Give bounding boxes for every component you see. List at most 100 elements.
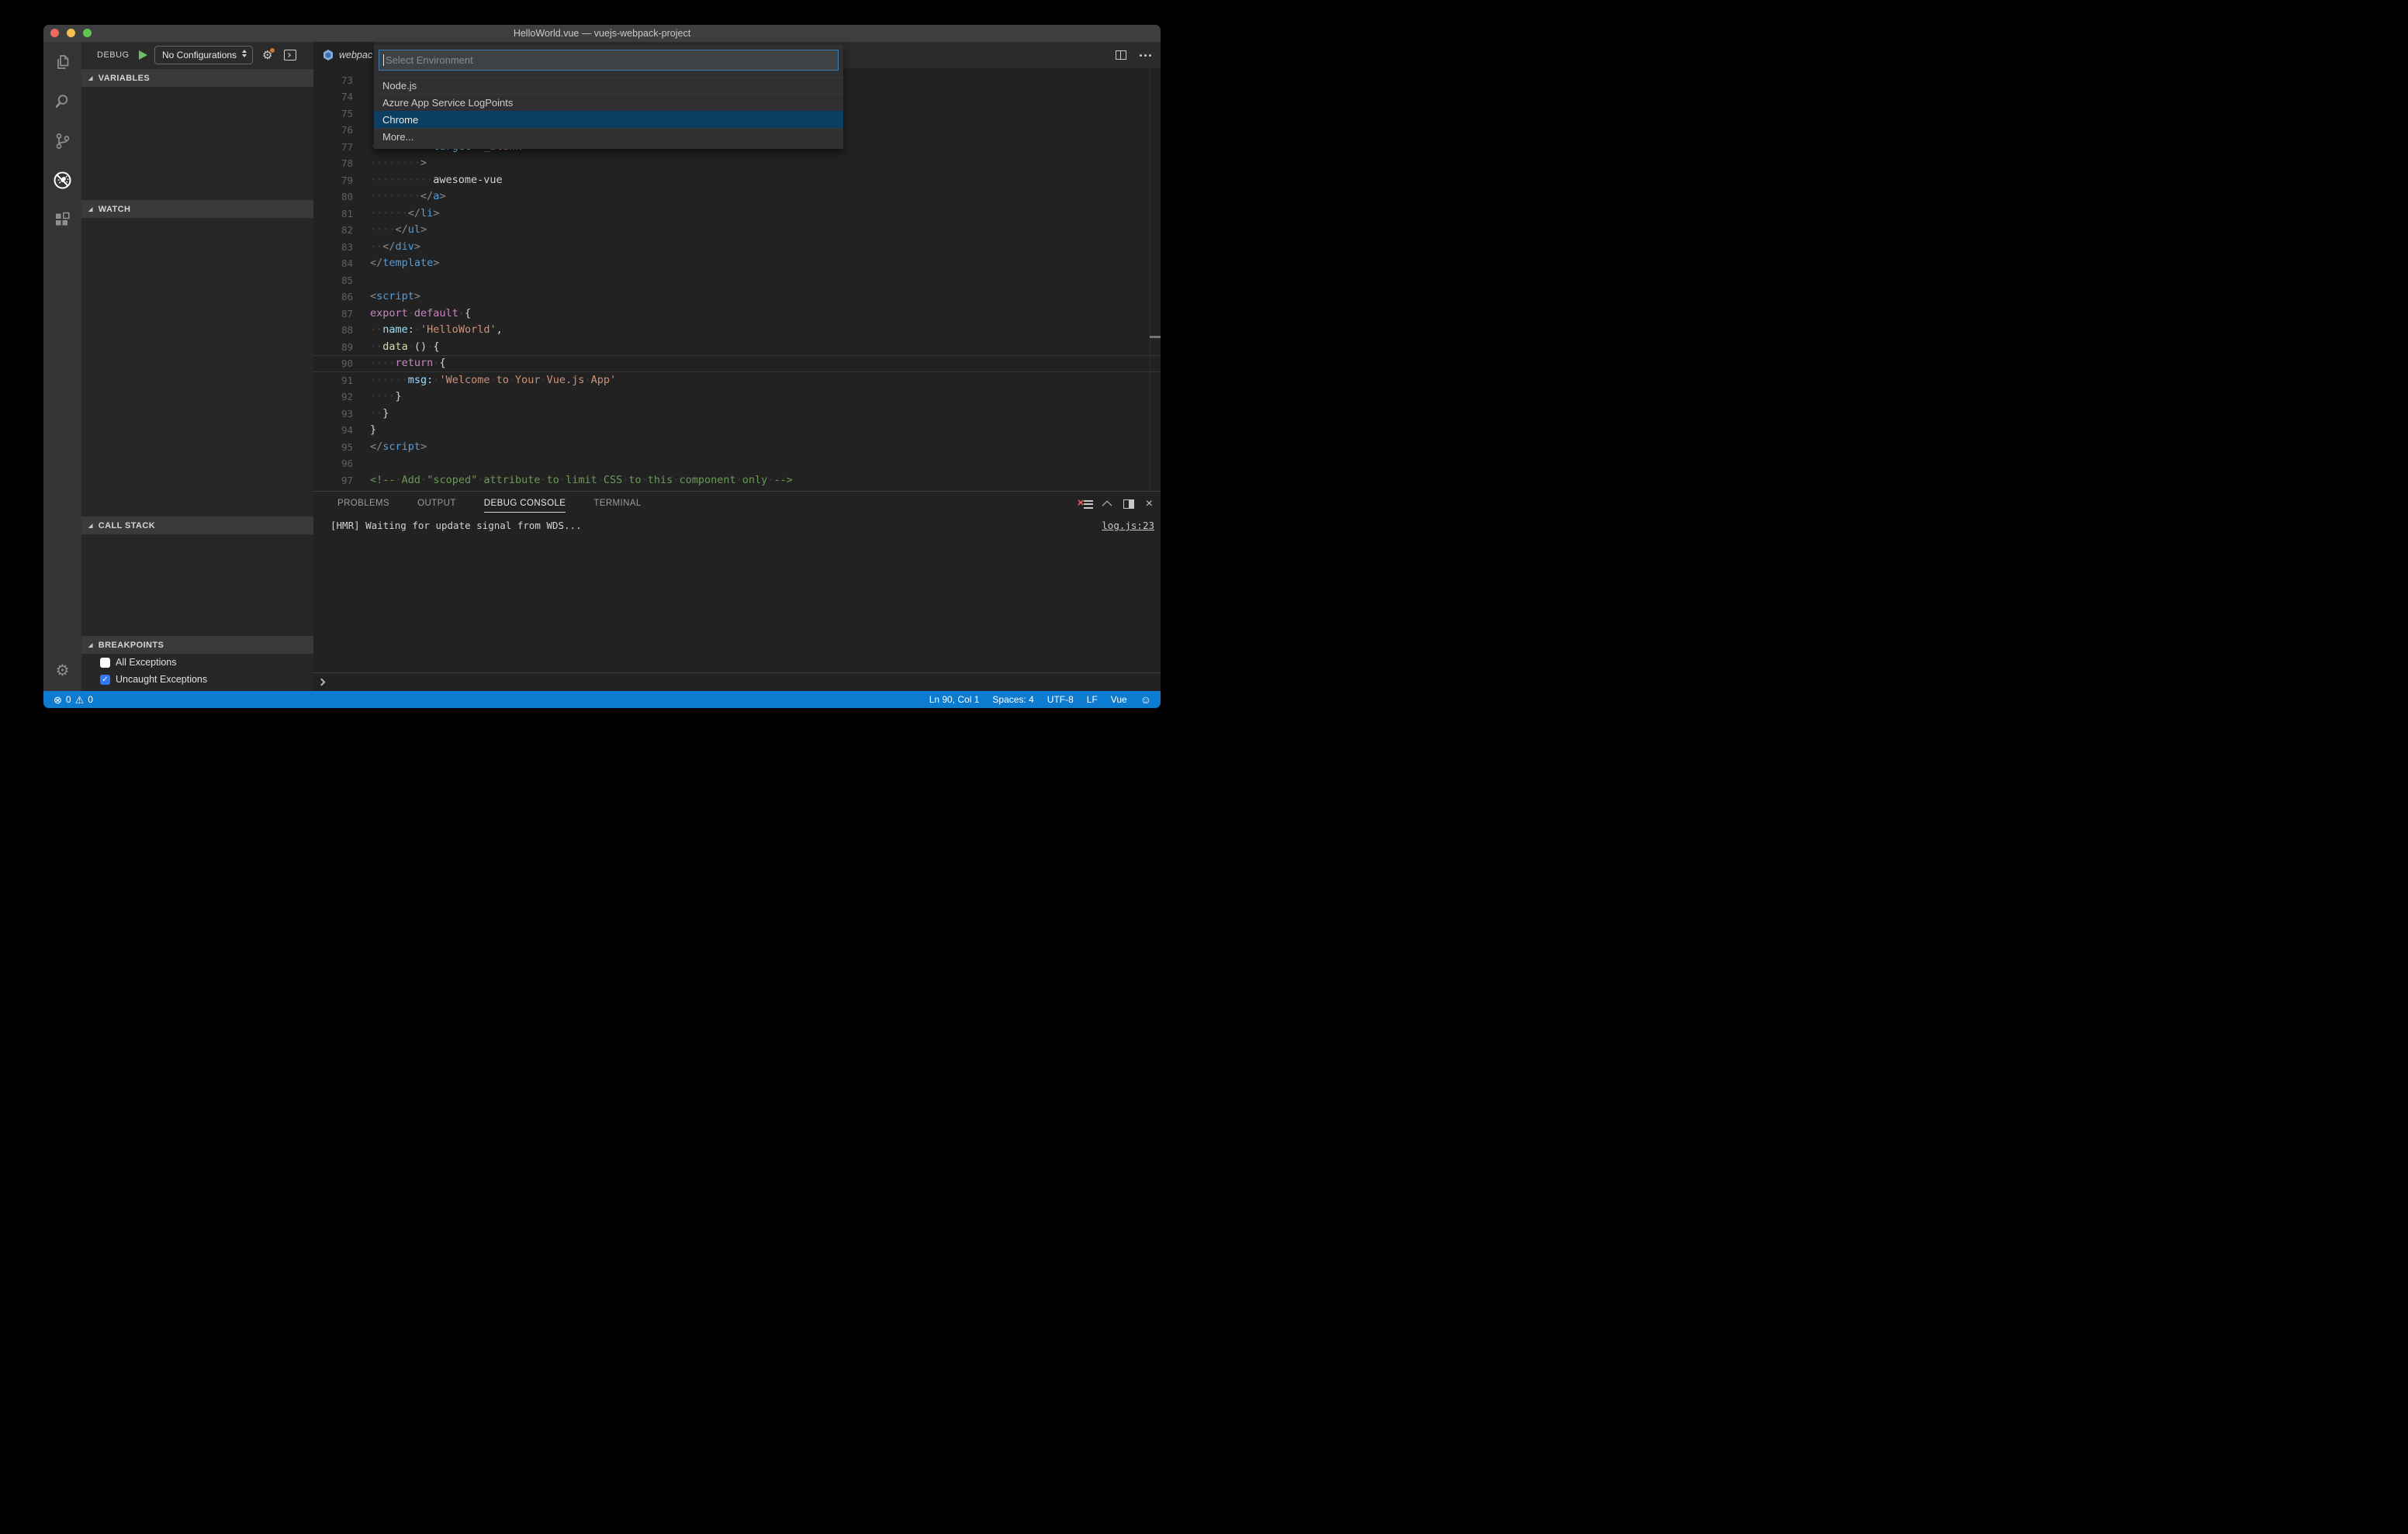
line-number[interactable]: 77	[313, 139, 353, 156]
line-number[interactable]: 90	[313, 355, 353, 372]
code-line[interactable]: 96	[313, 455, 1161, 472]
quick-pick-item[interactable]: More...	[374, 128, 843, 145]
line-number[interactable]: 87	[313, 306, 353, 323]
line-number[interactable]: 81	[313, 206, 353, 223]
open-panel-split-icon[interactable]	[1123, 499, 1134, 509]
status-item[interactable]: Ln 90, Col 1	[929, 694, 980, 705]
configure-gear-icon[interactable]: ⚙	[262, 47, 276, 61]
line-number[interactable]: 76	[313, 122, 353, 139]
panel-tab-debug-console[interactable]: DEBUG CONSOLE	[483, 492, 566, 515]
tab-label: webpac	[339, 50, 373, 60]
code-line[interactable]: 97 <!--·Add·"scoped"·attribute·to·limit·C…	[313, 472, 1161, 489]
section-header-call-stack[interactable]: ◢ CALL STACK	[81, 517, 313, 534]
console-prompt-icon	[317, 678, 326, 686]
line-number[interactable]: 86	[313, 288, 353, 306]
collapse-triangle-icon: ◢	[88, 642, 93, 648]
line-number[interactable]: 84	[313, 255, 353, 272]
panel-tab-problems[interactable]: PROBLEMS	[337, 492, 389, 515]
code-line[interactable]: 89 ··data·()·{	[313, 339, 1161, 356]
code-line[interactable]: 84 </template>	[313, 255, 1161, 272]
editor-tab-webpack[interactable]: webpac	[313, 42, 375, 68]
quick-pick-item[interactable]: Node.js	[374, 77, 843, 94]
code-line[interactable]: 91 ······msg:·'Welcome·to·Your·Vue.js·App…	[313, 372, 1161, 389]
zoom-window-icon[interactable]	[83, 29, 92, 37]
split-editor-icon[interactable]	[1116, 50, 1126, 60]
debug-configuration-dropdown[interactable]: No Configurations	[154, 46, 253, 64]
code-line[interactable]: 86 <script>	[313, 288, 1161, 306]
extensions-icon[interactable]	[52, 209, 73, 230]
problems-status[interactable]: ⊗ 0 ⚠ 0	[54, 694, 93, 705]
section-header-breakpoints[interactable]: ◢ BREAKPOINTS	[81, 636, 313, 654]
overview-ruler[interactable]	[1150, 68, 1161, 491]
open-debug-console-icon[interactable]	[284, 50, 297, 60]
settings-gear-icon[interactable]: ⚙	[52, 660, 73, 681]
files-icon[interactable]	[52, 51, 73, 72]
search-icon[interactable]	[52, 91, 73, 112]
debug-console-input[interactable]	[313, 672, 1161, 691]
code-line[interactable]: 85	[313, 272, 1161, 289]
status-item[interactable]: Vue	[1111, 694, 1127, 705]
line-number[interactable]: 73	[313, 72, 353, 89]
line-number[interactable]: 78	[313, 155, 353, 172]
status-right-items: Ln 90, Col 1 Spaces: 4 UTF-8 LF Vue ☺	[929, 694, 1151, 705]
checkbox-checked-icon[interactable]: ✓	[100, 674, 110, 685]
traffic-lights	[50, 29, 92, 37]
feedback-smiley-icon[interactable]: ☺	[1140, 694, 1151, 705]
status-item[interactable]: LF	[1087, 694, 1098, 705]
line-number[interactable]: 79	[313, 172, 353, 189]
webpack-icon	[323, 50, 333, 60]
quick-pick-input[interactable]: Select Environment	[379, 50, 839, 71]
line-number[interactable]: 97	[313, 472, 353, 489]
code-line[interactable]: 78 ········>	[313, 155, 1161, 172]
section-header-watch[interactable]: ◢ WATCH	[81, 200, 313, 218]
checkbox-unchecked-icon[interactable]	[100, 657, 110, 668]
minimize-window-icon[interactable]	[67, 29, 75, 37]
code-line[interactable]: 93 ··}	[313, 406, 1161, 423]
code-text: ··name:·'HelloWorld',	[370, 323, 503, 336]
panel-tab-terminal[interactable]: TERMINAL	[593, 492, 641, 515]
debug-icon[interactable]	[52, 170, 73, 191]
line-number[interactable]: 82	[313, 222, 353, 239]
line-number[interactable]: 74	[313, 88, 353, 105]
code-line[interactable]: 79 ··········awesome-vue	[313, 172, 1161, 189]
code-line[interactable]: 94}	[313, 422, 1161, 439]
section-header-variables[interactable]: ◢ VARIABLES	[81, 69, 313, 87]
code-line[interactable]: 82 ····</ul>	[313, 222, 1161, 239]
console-source-link[interactable]: log.js:23	[1102, 520, 1154, 531]
breakpoint-row[interactable]: ✓ Uncaught Exceptions	[81, 671, 313, 688]
code-line[interactable]: 92 ····}	[313, 389, 1161, 406]
line-number[interactable]: 91	[313, 372, 353, 389]
line-number[interactable]: 95	[313, 439, 353, 456]
maximize-panel-icon[interactable]	[1102, 500, 1112, 510]
close-panel-icon[interactable]: ×	[1146, 498, 1153, 510]
code-line[interactable]: 80 ········</a>	[313, 188, 1161, 206]
clear-console-icon[interactable]: ×	[1078, 496, 1093, 510]
code-line[interactable]: 81 ······</li>	[313, 206, 1161, 223]
status-item[interactable]: Spaces: 4	[992, 694, 1033, 705]
line-number[interactable]: 94	[313, 422, 353, 439]
collapse-triangle-icon: ◢	[88, 523, 93, 529]
line-number[interactable]: 85	[313, 272, 353, 289]
line-number[interactable]: 89	[313, 339, 353, 356]
code-line[interactable]: 87 export·default·{	[313, 306, 1161, 323]
code-line[interactable]: 83 ··</div>	[313, 239, 1161, 256]
line-number[interactable]: 83	[313, 239, 353, 256]
quick-pick-item[interactable]: Chrome	[374, 111, 843, 128]
line-number[interactable]: 93	[313, 406, 353, 423]
panel-tab-output[interactable]: OUTPUT	[417, 492, 456, 515]
quick-pick-item[interactable]: Azure App Service LogPoints	[374, 94, 843, 111]
code-line[interactable]: 90 ····return·{	[313, 355, 1161, 372]
line-number[interactable]: 75	[313, 105, 353, 123]
line-number[interactable]: 88	[313, 322, 353, 339]
status-item[interactable]: UTF-8	[1047, 694, 1074, 705]
line-number[interactable]: 80	[313, 188, 353, 206]
code-line[interactable]: 88 ··name:·'HelloWorld',	[313, 322, 1161, 339]
source-control-icon[interactable]	[52, 130, 73, 151]
line-number[interactable]: 92	[313, 389, 353, 406]
more-actions-icon[interactable]	[1140, 54, 1151, 57]
close-window-icon[interactable]	[50, 29, 59, 37]
code-line[interactable]: 95 </script>	[313, 439, 1161, 456]
line-number[interactable]: 96	[313, 455, 353, 472]
breakpoint-row[interactable]: All Exceptions	[81, 654, 313, 671]
start-debug-button[interactable]	[139, 50, 147, 60]
